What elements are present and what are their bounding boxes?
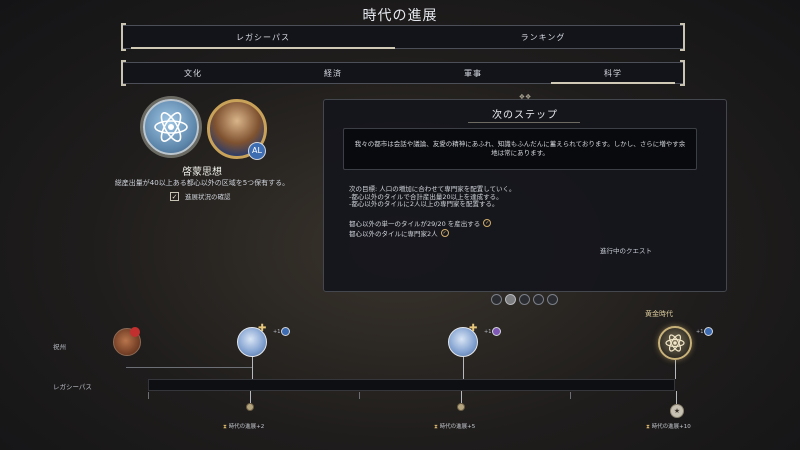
page-dot[interactable] <box>533 294 544 305</box>
science-bonus-icon <box>704 327 714 336</box>
milestone-stem <box>250 391 251 403</box>
bonus-value: +1 <box>273 328 281 335</box>
plus-icon: ✚ <box>469 323 478 334</box>
golden-age-label: 黄金時代 <box>645 310 673 318</box>
timeline-connector <box>126 367 252 368</box>
tab-science[interactable]: 科学 <box>543 63 683 84</box>
page-dot[interactable] <box>519 294 530 305</box>
timeline-row-label: 祝州 <box>53 343 66 351</box>
page-indicator <box>491 294 558 305</box>
tab-culture[interactable]: 文化 <box>123 63 263 83</box>
objective-item: 都心以外のタイルに専門家2人 ✓ <box>349 228 449 238</box>
milestone-reward: ⧗ 時代の進展+2 <box>223 422 264 431</box>
milestone-stem <box>675 360 676 379</box>
legacy-progress-bar <box>148 379 675 391</box>
objective-line: -都心以外のタイルに2人以上の専門家を配置する。 <box>349 200 499 208</box>
check-icon: ✓ <box>483 219 492 227</box>
page-dot-active[interactable] <box>505 294 516 305</box>
plus-icon: ✚ <box>258 323 267 334</box>
bonus-value: +1 <box>484 328 492 335</box>
science-legacy-medal <box>143 99 199 155</box>
track-progress-label: 進展状況の確認 <box>185 193 231 201</box>
goal-title: 啓蒙思想 <box>182 167 222 178</box>
objective-item-label: 都心以外のタイルに専門家2人 <box>349 230 438 238</box>
atom-icon <box>154 112 188 142</box>
next-steps-title: 次のステップ <box>492 110 558 121</box>
milestone-bonus: +1 <box>696 327 714 336</box>
milestone-reward: ⧗ 時代の進展+5 <box>434 422 475 431</box>
milestone-stem <box>252 357 253 379</box>
milestone-pip <box>246 403 254 411</box>
milestone-pip <box>457 403 465 411</box>
main-tab-bar: レガシーパス ランキング <box>121 23 685 51</box>
progress-tick <box>570 392 571 399</box>
track-progress-toggle[interactable]: ✓ 進展状況の確認 <box>170 191 231 201</box>
milestone-stem <box>461 391 462 403</box>
star-icon: ★ <box>670 404 684 418</box>
milestone-stem <box>463 357 464 379</box>
age-progress-icon: ⧗ <box>434 424 438 430</box>
page-title: 時代の進展 <box>362 8 438 24</box>
check-icon: ✓ <box>440 229 449 237</box>
tab-ranking[interactable]: ランキング <box>403 26 683 48</box>
science-bonus-icon <box>281 327 291 336</box>
bonus-value: +1 <box>696 328 704 335</box>
progress-tick <box>148 392 149 399</box>
page-dot[interactable] <box>547 294 558 305</box>
objective-text: 次の目標: 人口の増加に合わせて専門家を配置していく。 -都心以外のタイルで合計… <box>349 185 516 209</box>
tab-economy[interactable]: 経済 <box>263 63 403 83</box>
objective-item: 都心以外の単一のタイルが29/20 を産出する ✓ <box>349 218 492 228</box>
page-dot[interactable] <box>491 294 502 305</box>
category-tab-bar: 文化 経済 軍事 科学 <box>121 60 685 86</box>
milestone-bonus: +1 <box>484 327 502 336</box>
milestone-reward-label: 時代の進展+10 <box>651 424 691 430</box>
golden-age-node[interactable] <box>658 326 692 360</box>
objective-item-label: 都心以外の単一のタイルが29/20 を産出する <box>349 220 481 228</box>
science-bonus-icon <box>492 327 502 336</box>
milestone-reward-label: 時代の進展+5 <box>439 424 476 430</box>
age-progress-icon: ⧗ <box>646 424 650 430</box>
milestone-bonus: +1 <box>273 327 291 336</box>
tab-legacy-path[interactable]: レガシーパス <box>123 26 403 49</box>
tab-military[interactable]: 軍事 <box>403 63 543 83</box>
milestone-stem <box>676 391 677 404</box>
notification-badge <box>130 327 140 337</box>
progress-tick <box>359 392 360 399</box>
goal-description: 総産出量が40以上ある都心以外の区域を5つ保有する。 <box>114 179 290 187</box>
checkbox-icon[interactable]: ✓ <box>170 191 179 201</box>
milestone-reward-label: 時代の進展+2 <box>228 424 265 430</box>
timeline-row-label: レガシーパス <box>53 383 92 391</box>
age-progress-icon: ⧗ <box>223 424 227 430</box>
active-quest-label[interactable]: 進行中のクエスト <box>600 245 652 255</box>
milestone-reward: ⧗ 時代の進展+10 <box>646 422 691 431</box>
advisor-quote: 我々の都市は会話や議論、友愛の精神にあふれ、知識もふんだんに蓄えられております。… <box>343 128 697 170</box>
leader-badge: AL <box>248 142 266 160</box>
title-divider <box>468 122 580 123</box>
atom-icon <box>665 334 685 352</box>
